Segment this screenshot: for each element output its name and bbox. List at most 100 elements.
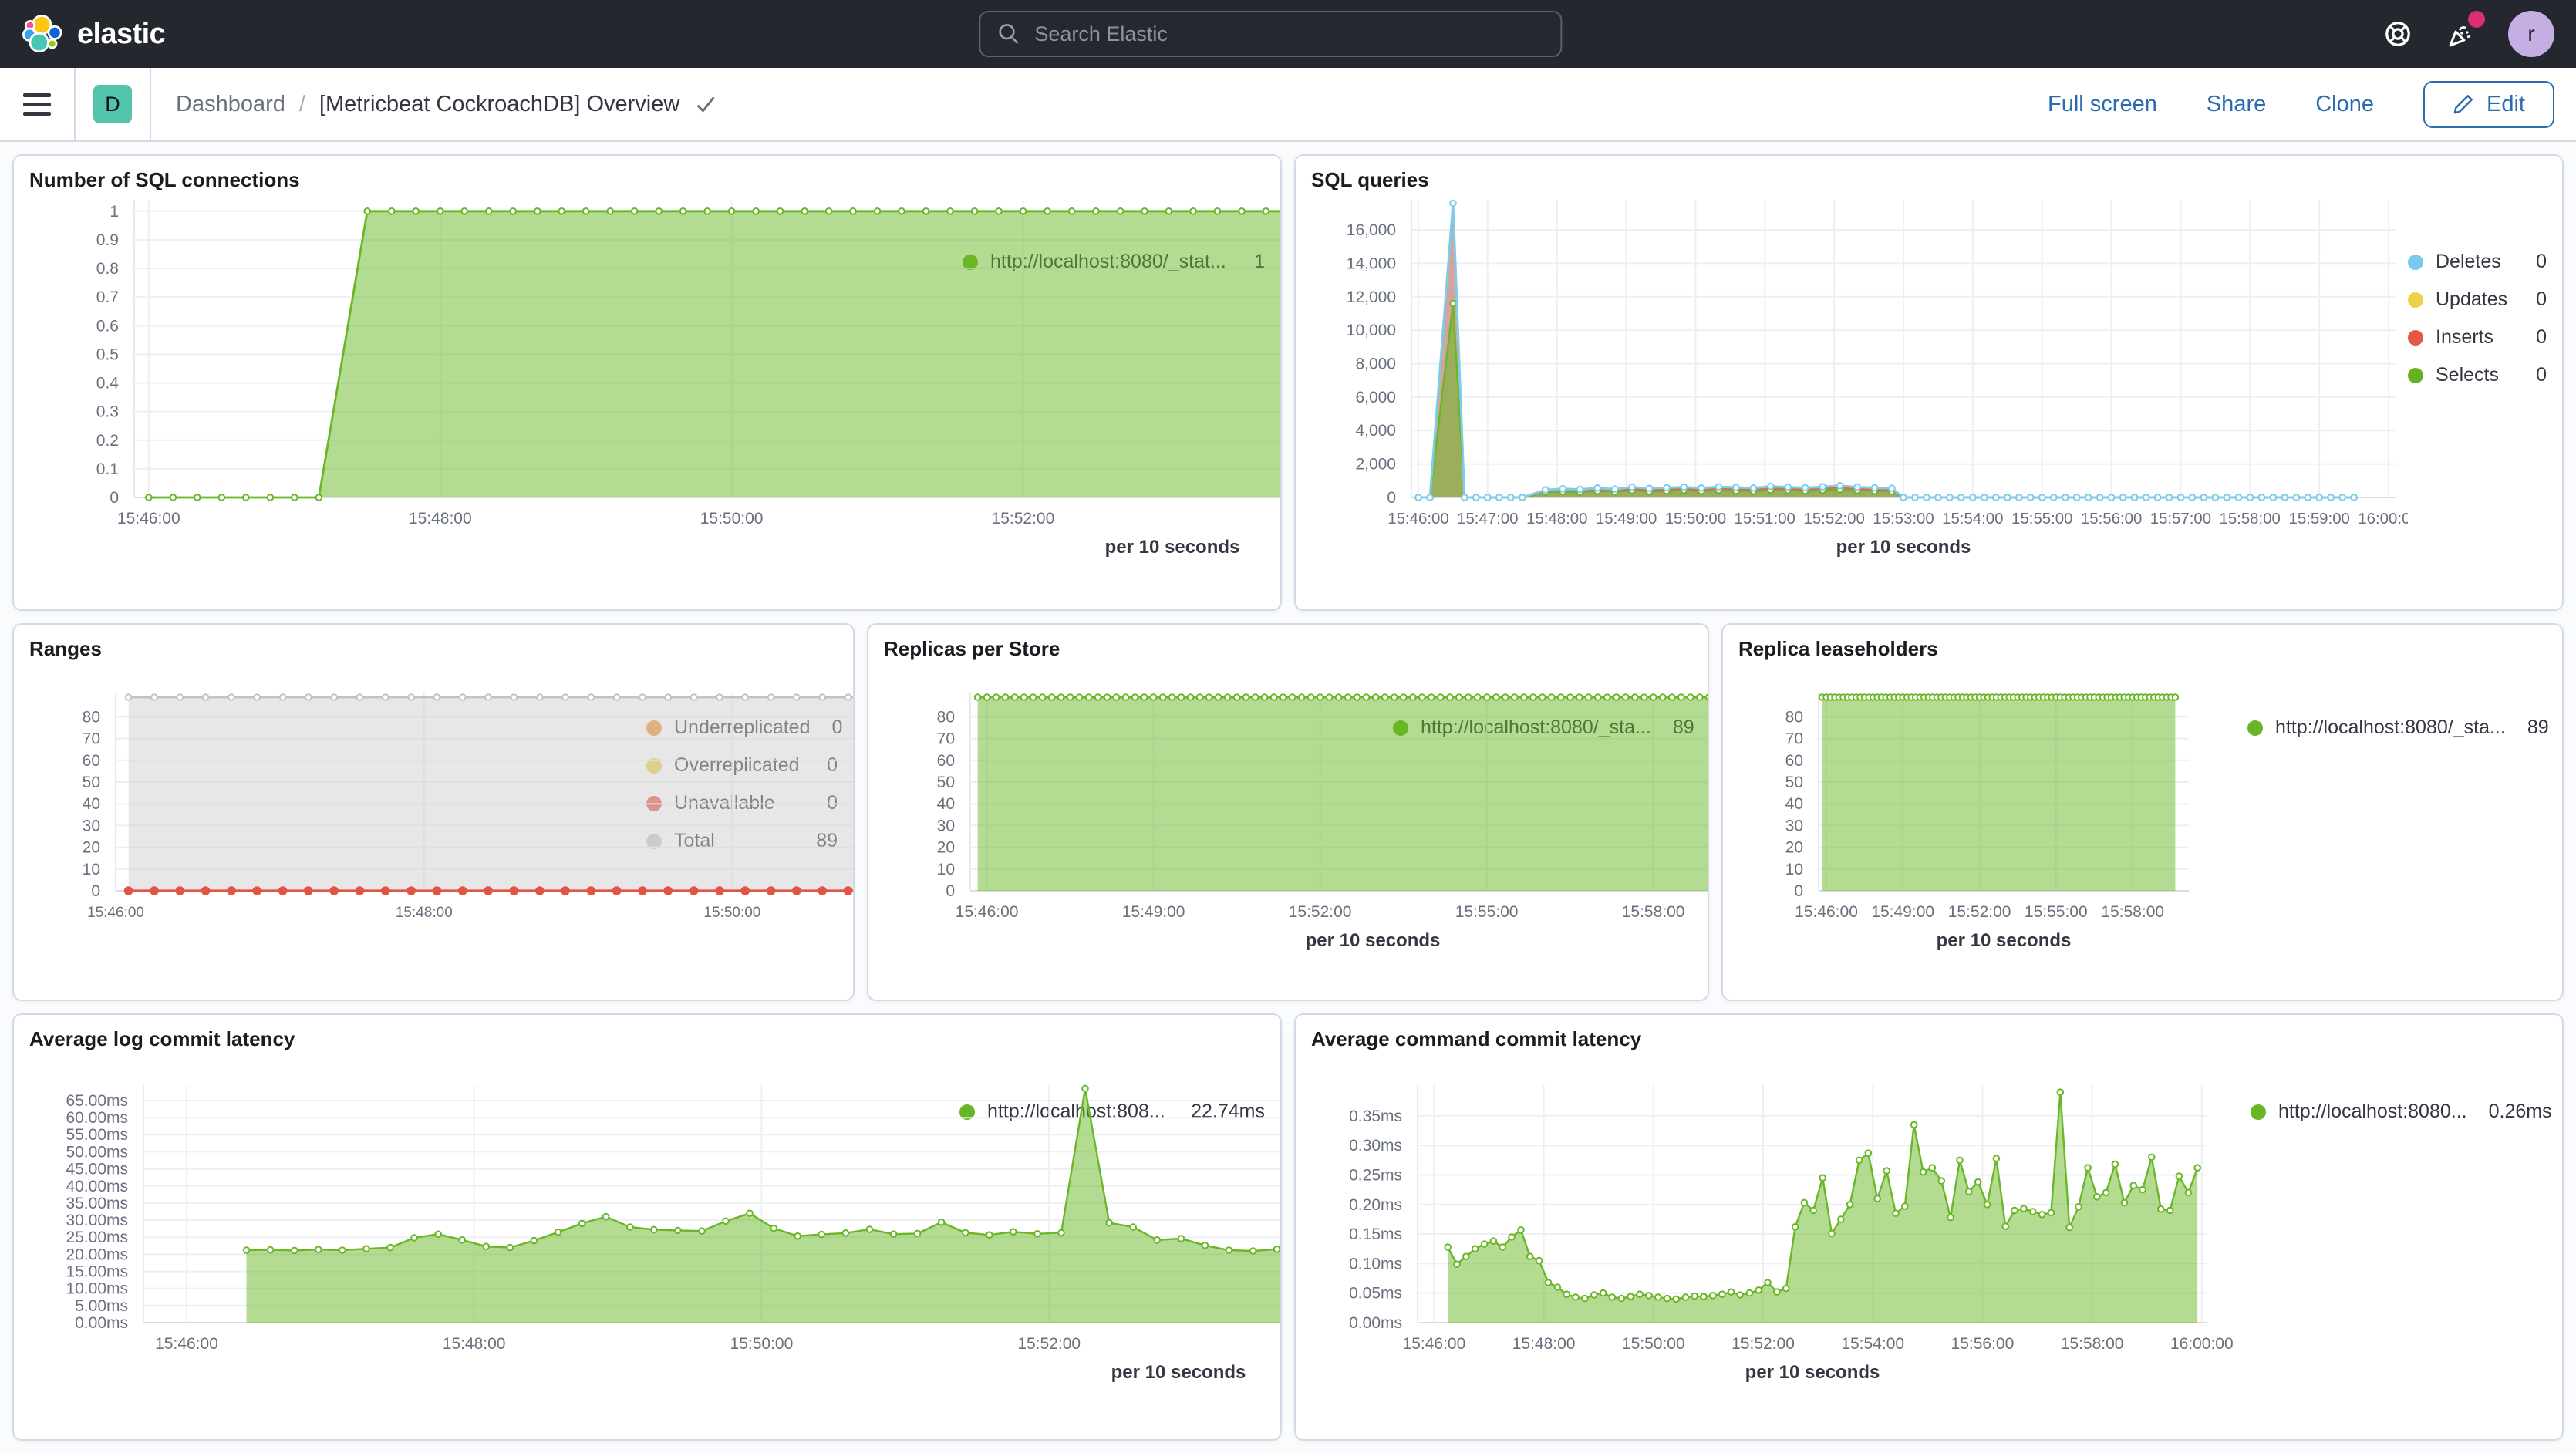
chart-canvas[interactable]: 15:46:0015:48:0015:50:0015:52:0015:54:00… <box>29 661 855 986</box>
global-header: elastic Search Elastic <box>0 0 2576 68</box>
chart-avg-command-commit-latency[interactable]: 15:46:0015:48:0015:50:0015:52:0015:54:00… <box>1311 1051 2251 1426</box>
svg-text:10,000: 10,000 <box>1347 322 1396 339</box>
svg-text:15:50:00: 15:50:00 <box>703 905 760 921</box>
page-title: [Metricbeat CockroachDB] Overview <box>319 92 679 117</box>
panel-title-replicas-per-store: Replicas per Store <box>884 637 1692 661</box>
svg-text:15:48:00: 15:48:00 <box>443 1335 506 1353</box>
svg-text:0: 0 <box>91 882 100 900</box>
notification-dot <box>2468 11 2485 28</box>
title-check-icon[interactable] <box>695 93 716 115</box>
clone-button[interactable]: Clone <box>2315 92 2374 117</box>
panel-title-ranges: Ranges <box>29 637 838 661</box>
svg-text:15:52:00: 15:52:00 <box>1289 903 1352 921</box>
svg-text:0.15ms: 0.15ms <box>1349 1225 1402 1243</box>
chart-canvas[interactable]: 15:46:0015:48:0015:50:0015:52:0015:54:00… <box>29 1051 1282 1426</box>
legend-value: 0 <box>2527 364 2547 386</box>
edit-button[interactable]: Edit <box>2423 81 2554 128</box>
svg-text:16:00:00: 16:00:00 <box>2170 1335 2234 1353</box>
svg-text:0: 0 <box>110 489 119 507</box>
chart-canvas[interactable]: 15:46:0015:48:0015:50:0015:52:0015:54:00… <box>1311 1051 2251 1426</box>
svg-text:70: 70 <box>937 730 955 748</box>
svg-text:15:55:00: 15:55:00 <box>1455 903 1519 921</box>
svg-text:10: 10 <box>937 861 955 878</box>
chart-sql-connections[interactable]: 15:46:0015:48:0015:50:0015:52:0015:54:00… <box>29 192 963 596</box>
svg-text:15.00ms: 15.00ms <box>66 1263 128 1281</box>
panel-title-sql-connections: Number of SQL connections <box>29 168 1265 192</box>
legend-label: Selects <box>2436 364 2499 386</box>
nav-menu-button[interactable] <box>0 68 76 140</box>
search-input[interactable]: Search Elastic <box>979 11 1562 57</box>
svg-text:80: 80 <box>1785 708 1803 726</box>
svg-text:14,000: 14,000 <box>1347 255 1396 272</box>
svg-text:30.00ms: 30.00ms <box>66 1212 128 1229</box>
chart-sql-queries[interactable]: 15:46:0015:47:0015:48:0015:49:0015:50:00… <box>1311 192 2408 596</box>
chart-replica-leaseholders[interactable]: 15:46:0015:49:0015:52:0015:55:0015:58:00… <box>1738 661 2247 986</box>
dashboard-row-1: Number of SQL connections15:46:0015:48:0… <box>12 154 2564 611</box>
svg-text:15:50:00: 15:50:00 <box>700 510 764 528</box>
svg-text:15:58:00: 15:58:00 <box>1622 903 1685 921</box>
legend-item[interactable]: Deletes0 <box>2408 251 2547 273</box>
svg-text:15:46:00: 15:46:00 <box>117 510 180 528</box>
breadcrumb: Dashboard / [Metricbeat CockroachDB] Ove… <box>151 92 741 117</box>
newsfeed-icon[interactable] <box>2445 19 2476 49</box>
svg-text:15:58:00: 15:58:00 <box>2220 511 2281 528</box>
svg-text:15:46:00: 15:46:00 <box>155 1335 218 1353</box>
chart-canvas[interactable]: 15:46:0015:48:0015:50:0015:52:0015:54:00… <box>29 192 1282 596</box>
svg-text:30: 30 <box>937 817 955 834</box>
search-icon <box>997 22 1020 46</box>
svg-text:40.00ms: 40.00ms <box>66 1178 128 1195</box>
svg-text:15:50:00: 15:50:00 <box>730 1335 794 1353</box>
edit-button-label: Edit <box>2487 92 2525 117</box>
elastic-logo[interactable]: elastic <box>22 13 165 55</box>
chart-avg-log-commit-latency[interactable]: 15:46:0015:48:0015:50:0015:52:0015:54:00… <box>29 1051 959 1426</box>
svg-text:12,000: 12,000 <box>1347 288 1396 306</box>
svg-text:per 10 seconds: per 10 seconds <box>1105 537 1240 558</box>
svg-text:15:52:00: 15:52:00 <box>992 510 1055 528</box>
svg-text:0: 0 <box>946 882 955 900</box>
svg-text:6,000: 6,000 <box>1355 389 1396 406</box>
svg-text:0.25ms: 0.25ms <box>1349 1166 1402 1184</box>
legend-dot <box>2408 330 2423 346</box>
dashboard-app-badge[interactable]: D <box>93 85 132 123</box>
legend-item[interactable]: http://localhost:8080/_sta...89 <box>2247 716 2547 739</box>
legend-item[interactable]: Updates0 <box>2408 288 2547 311</box>
svg-text:60: 60 <box>937 752 955 770</box>
svg-text:15:59:00: 15:59:00 <box>2289 511 2350 528</box>
svg-text:70: 70 <box>1785 730 1803 748</box>
svg-text:40: 40 <box>83 795 100 813</box>
legend-item[interactable]: http://localhost:8080...0.26ms <box>2251 1101 2547 1123</box>
svg-text:0.9: 0.9 <box>96 231 119 249</box>
svg-text:15:46:00: 15:46:00 <box>1795 903 1858 921</box>
svg-text:per 10 seconds: per 10 seconds <box>1111 1362 1246 1383</box>
legend-label: http://localhost:8080/_sta... <box>2275 716 2506 739</box>
panel-replica-leaseholders: Replica leaseholders15:46:0015:49:0015:5… <box>1721 623 2564 1001</box>
legend-item[interactable]: Selects 0 <box>2408 364 2547 386</box>
chart-canvas[interactable]: 15:46:0015:47:0015:48:0015:49:0015:50:00… <box>1311 192 2408 596</box>
pencil-icon <box>2453 93 2474 115</box>
chart-canvas[interactable]: 15:46:0015:49:0015:52:0015:55:0015:58:00… <box>1738 661 2247 986</box>
svg-text:15:52:00: 15:52:00 <box>1731 1335 1795 1353</box>
svg-text:0: 0 <box>1387 489 1396 507</box>
chart-canvas[interactable]: 15:46:0015:49:0015:52:0015:55:0015:58:00… <box>884 661 1709 986</box>
header-actions: r <box>2383 11 2554 57</box>
svg-text:0.3: 0.3 <box>96 403 119 421</box>
svg-text:15:52:00: 15:52:00 <box>1948 903 2011 921</box>
share-button[interactable]: Share <box>2207 92 2266 117</box>
legend-dot <box>2408 292 2423 308</box>
svg-text:0.2: 0.2 <box>96 432 119 450</box>
svg-text:15:56:00: 15:56:00 <box>2081 511 2142 528</box>
svg-text:0: 0 <box>1794 882 1803 900</box>
legend-label: Inserts <box>2436 326 2493 349</box>
breadcrumb-dashboard[interactable]: Dashboard <box>176 92 285 117</box>
help-icon[interactable] <box>2383 19 2412 49</box>
svg-text:15:46:00: 15:46:00 <box>1387 511 1448 528</box>
full-screen-button[interactable]: Full screen <box>2048 92 2157 117</box>
user-avatar[interactable]: r <box>2508 11 2554 57</box>
legend-item[interactable]: Inserts0 <box>2408 326 2547 349</box>
chart-replicas-per-store[interactable]: 15:46:0015:49:0015:52:0015:55:0015:58:00… <box>884 661 1393 986</box>
svg-text:0.4: 0.4 <box>96 375 120 393</box>
svg-text:20.00ms: 20.00ms <box>66 1246 128 1263</box>
chart-ranges[interactable]: 15:46:0015:48:0015:50:0015:52:0015:54:00… <box>29 661 646 986</box>
svg-text:30: 30 <box>83 817 100 834</box>
svg-text:0.00ms: 0.00ms <box>1349 1314 1402 1332</box>
